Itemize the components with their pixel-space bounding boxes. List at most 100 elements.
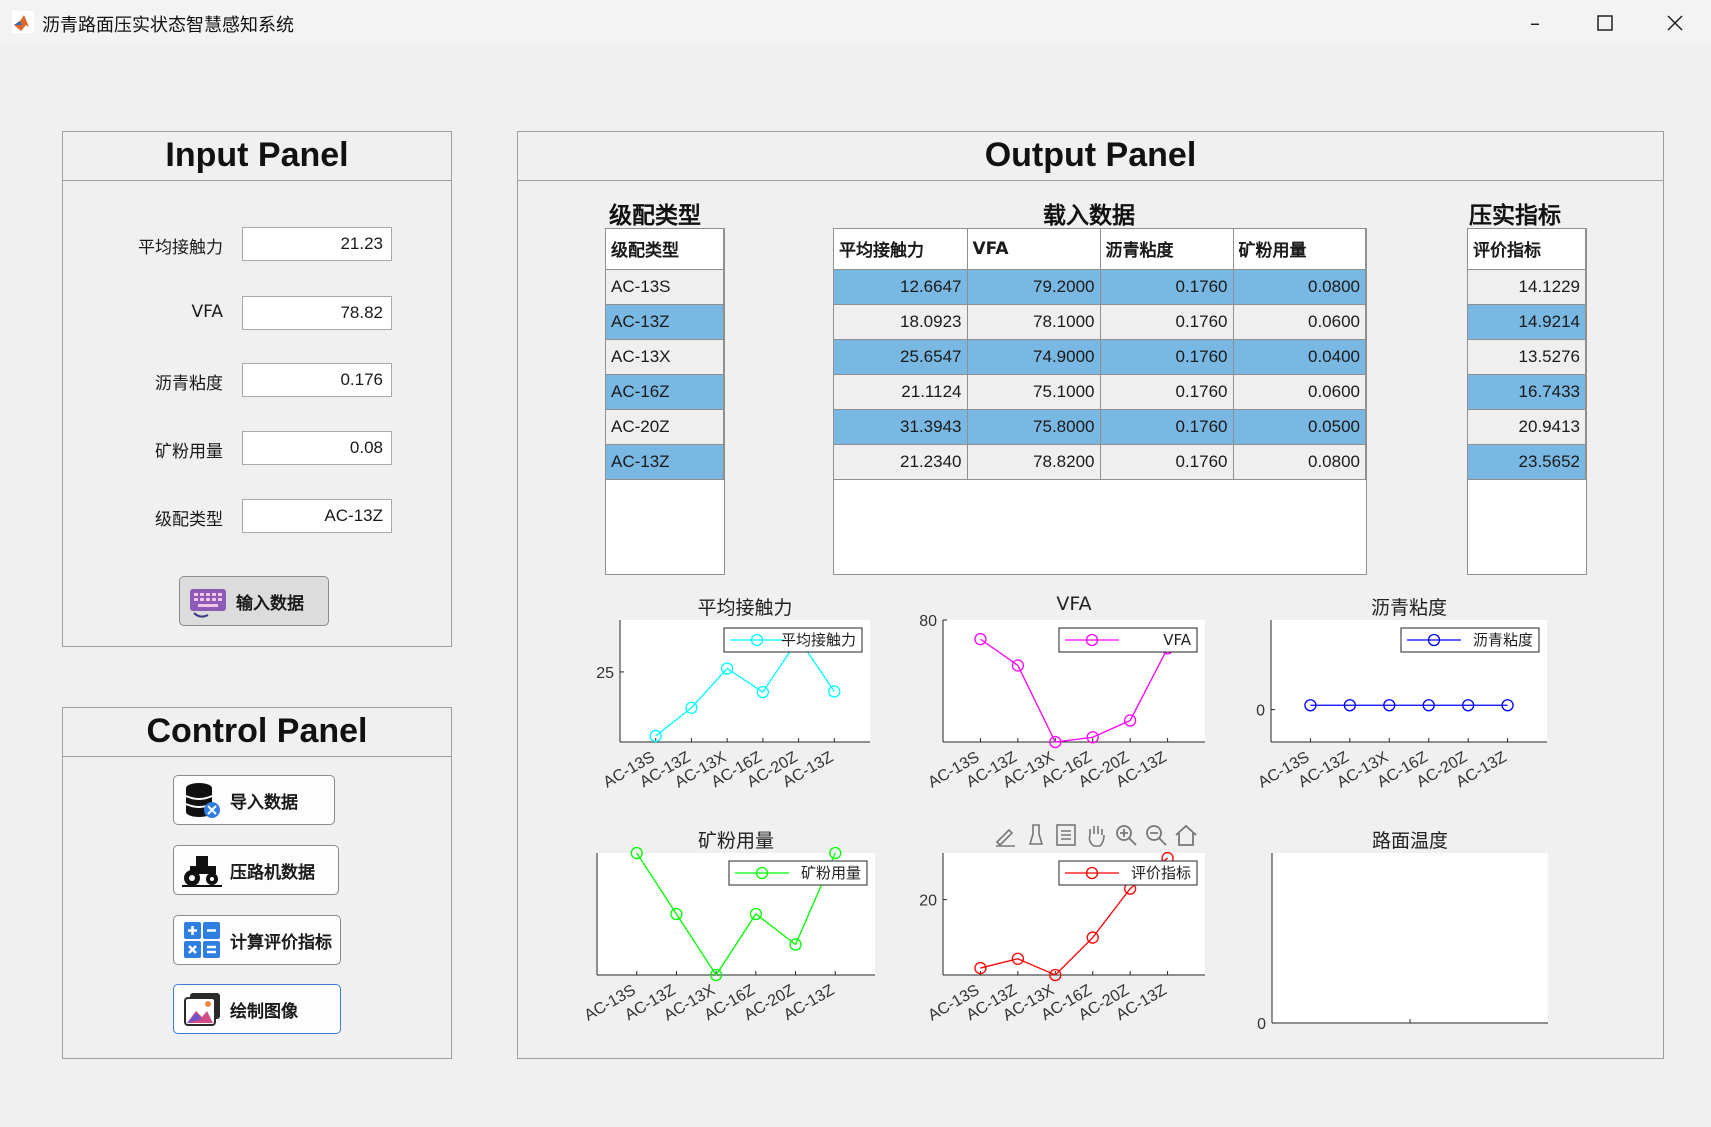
viscosity-plot[interactable]: 0 AC-13S AC-13Z AC-13X AC-16Z AC-20Z AC-13Z 沥青粘… (1245, 590, 1565, 810)
table-row[interactable]: 14.9214 (1468, 304, 1586, 340)
contact-force-field[interactable]: 21.23 (242, 227, 392, 261)
table-cell[interactable]: AC-16Z (606, 374, 724, 410)
legend-label: 评价指标 (1131, 864, 1191, 882)
table-row[interactable]: 14.1229 (1468, 269, 1586, 305)
zoom-out-icon[interactable] (1143, 822, 1169, 848)
table-cell[interactable]: 74.9000 (967, 339, 1101, 375)
table-row[interactable]: 23.5652 (1468, 444, 1586, 480)
pavement-temperature-plot[interactable]: 0 路面温度 (1245, 825, 1565, 1045)
table-row[interactable]: 25.6547 74.9000 0.1760 0.0400 (834, 339, 1366, 375)
table-cell[interactable]: 0.0500 (1233, 409, 1366, 445)
import-data-button[interactable]: 导入数据 (173, 775, 335, 825)
grade-type-table[interactable]: 级配类型 AC-13S AC-13Z AC-13X AC-16Z AC-20Z … (605, 228, 725, 575)
close-button[interactable] (1640, 0, 1710, 45)
table-row[interactable]: 12.6647 79.2000 0.1760 0.0800 (834, 269, 1366, 305)
chart-svg: 0 (1257, 853, 1548, 1033)
table-cell[interactable]: 78.1000 (967, 304, 1101, 340)
calculate-index-button[interactable]: 计算评价指标 (173, 915, 341, 965)
pan-icon[interactable] (1083, 822, 1109, 848)
roller-data-button[interactable]: 压路机数据 (173, 845, 339, 895)
table-row[interactable]: 20.9413 (1468, 409, 1586, 445)
zoom-in-icon[interactable] (1113, 822, 1139, 848)
data-tip-icon[interactable] (1023, 822, 1049, 848)
table-cell[interactable]: 0.1760 (1100, 409, 1234, 445)
compaction-index-section-title: 压实指标 (1469, 203, 1561, 229)
table-cell[interactable]: 75.1000 (967, 374, 1101, 410)
table-row[interactable]: 21.1124 75.1000 0.1760 0.0600 (834, 374, 1366, 410)
table-cell[interactable]: 12.6647 (834, 269, 968, 305)
field-label-contact-force: 平均接触力 (138, 238, 223, 258)
table-row[interactable]: AC-13S (606, 269, 724, 305)
table-row[interactable]: 16.7433 (1468, 374, 1586, 410)
table-cell[interactable]: 14.1229 (1468, 269, 1586, 305)
table-row[interactable]: 21.2340 78.8200 0.1760 0.0800 (834, 444, 1366, 480)
evaluation-index-plot[interactable]: 20 AC-13S AC-13Z AC-13X AC-16Z AC-20Z AC-13Z 评价… (905, 825, 1215, 1045)
table-cell[interactable]: 0.0400 (1233, 339, 1366, 375)
table-cell[interactable]: 25.6547 (834, 339, 968, 375)
vfa-field[interactable]: 78.82 (242, 296, 392, 330)
table-cell[interactable]: 78.8200 (967, 444, 1101, 480)
mineral-powder-field[interactable]: 0.08 (242, 431, 392, 465)
column-header[interactable]: VFA (967, 229, 1101, 270)
grade-type-field[interactable]: AC-13Z (242, 499, 392, 533)
table-cell[interactable]: 18.0923 (834, 304, 968, 340)
table-row[interactable]: 31.3943 75.8000 0.1760 0.0500 (834, 409, 1366, 445)
table-cell[interactable]: 16.7433 (1468, 374, 1586, 410)
table-row[interactable]: AC-13Z (606, 304, 724, 340)
window-titlebar: 沥青路面压实状态智慧感知系统 – (0, 0, 1711, 45)
table-cell[interactable]: 0.1760 (1100, 304, 1234, 340)
chart-title: 路面温度 (1371, 830, 1448, 852)
matlab-logo-icon (12, 11, 34, 33)
table-cell[interactable]: 75.8000 (967, 409, 1101, 445)
data-cursor-icon[interactable] (1053, 822, 1079, 848)
load-data-table[interactable]: 平均接触力 VFA 沥青粘度 矿粉用量 12.6647 79.2000 0.17… (833, 228, 1367, 575)
table-row[interactable]: AC-13X (606, 339, 724, 375)
table-cell[interactable]: AC-13Z (606, 304, 724, 340)
input-data-button[interactable]: 输入数据 (179, 576, 329, 626)
table-cell[interactable]: AC-13S (606, 269, 724, 305)
table-cell[interactable]: 0.0800 (1233, 444, 1366, 480)
legend-label: VFA (1163, 631, 1192, 649)
column-header[interactable]: 矿粉用量 (1233, 229, 1366, 270)
column-header[interactable]: 平均接触力 (834, 229, 968, 270)
table-cell[interactable]: 0.1760 (1100, 374, 1234, 410)
mineral-powder-plot[interactable]: AC-13S AC-13Z AC-13X AC-16Z AC-20Z AC-13Z 矿粉用量… (580, 825, 890, 1045)
table-cell[interactable]: AC-13Z (606, 444, 724, 480)
table-cell[interactable]: 13.5276 (1468, 339, 1586, 375)
table-row[interactable]: 18.0923 78.1000 0.1760 0.0600 (834, 304, 1366, 340)
table-row[interactable]: AC-16Z (606, 374, 724, 410)
table-cell[interactable]: 31.3943 (834, 409, 968, 445)
compaction-index-table[interactable]: 评价指标 14.1229 14.9214 13.5276 16.7433 20.… (1467, 228, 1587, 575)
load-data-section-title: 载入数据 (1043, 203, 1135, 229)
maximize-button[interactable] (1570, 0, 1640, 45)
table-cell[interactable]: 0.0800 (1233, 269, 1366, 305)
brush-annotate-icon[interactable] (993, 822, 1019, 848)
table-cell[interactable]: 0.1760 (1100, 269, 1234, 305)
column-header[interactable]: 级配类型 (606, 229, 724, 270)
table-cell[interactable]: 20.9413 (1468, 409, 1586, 445)
minimize-button[interactable]: – (1500, 0, 1570, 45)
table-cell[interactable]: 0.1760 (1100, 339, 1234, 375)
table-row[interactable]: AC-20Z (606, 409, 724, 445)
table-cell[interactable]: 79.2000 (967, 269, 1101, 305)
column-header[interactable]: 评价指标 (1468, 229, 1586, 270)
table-cell[interactable]: 21.2340 (834, 444, 968, 480)
table-cell[interactable]: 0.0600 (1233, 304, 1366, 340)
table-cell[interactable]: AC-20Z (606, 409, 724, 445)
contact-force-plot[interactable]: 25 AC-13S AC-13Z AC-13X AC-16Z AC-20Z AC-13Z 平均… (580, 590, 880, 810)
table-cell[interactable]: 14.9214 (1468, 304, 1586, 340)
table-row[interactable]: 13.5276 (1468, 339, 1586, 375)
viscosity-field[interactable]: 0.176 (242, 363, 392, 397)
table-cell[interactable]: 21.1124 (834, 374, 968, 410)
output-panel-title: Output Panel (984, 136, 1197, 174)
draw-image-button[interactable]: 绘制图像 (173, 984, 341, 1034)
table-cell[interactable]: AC-13X (606, 339, 724, 375)
table-cell[interactable]: 0.0600 (1233, 374, 1366, 410)
home-icon[interactable] (1173, 822, 1199, 848)
column-header[interactable]: 沥青粘度 (1100, 229, 1234, 270)
table-cell[interactable]: 0.1760 (1100, 444, 1234, 480)
table-cell[interactable]: 23.5652 (1468, 444, 1586, 480)
control-panel-title: Control Panel (146, 712, 368, 750)
table-row[interactable]: AC-13Z (606, 444, 724, 480)
vfa-plot[interactable]: 80 AC-13S AC-13Z AC-13X AC-16Z AC-20Z AC-13Z VF… (905, 590, 1215, 810)
